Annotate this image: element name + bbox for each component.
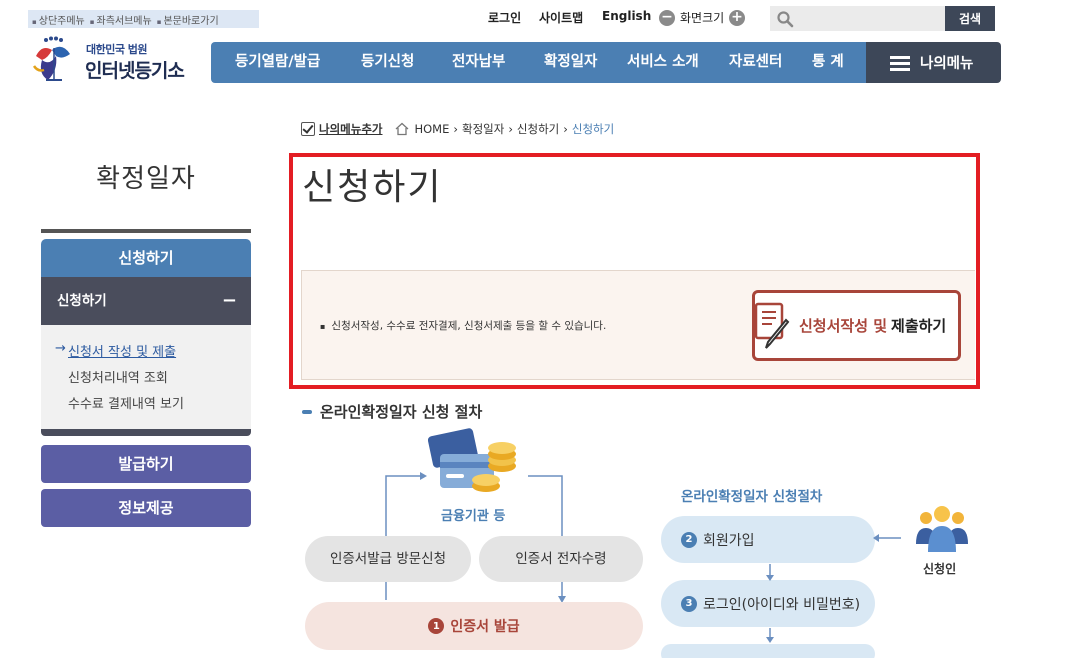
login-link[interactable]: 로그인 <box>488 9 521 26</box>
my-menu-button[interactable]: 나의메뉴 <box>866 42 1001 83</box>
right-procedure-title: 온라인확정일자 신청절차 <box>681 489 823 505</box>
breadcrumb-sep-icon: › <box>508 122 513 136</box>
step-2-join: 2 회원가입 <box>661 516 875 563</box>
step-2-number: 2 <box>681 531 697 548</box>
logo-title[interactable]: 인터넷등기소 <box>85 56 185 83</box>
sidebar-link-fee-history[interactable]: 수수료 결제내역 보기 <box>68 393 184 412</box>
bank-label: 금융기관 등 <box>441 509 506 524</box>
sidebar-divider <box>41 229 251 233</box>
visit-apply-pill: 인증서발급 방문신청 <box>305 536 471 582</box>
zoom-out-button[interactable]: − <box>659 10 675 26</box>
down-arrows <box>766 564 774 643</box>
step-4-partial <box>661 644 875 658</box>
search-button[interactable]: 검색 <box>945 6 995 31</box>
search-input[interactable] <box>770 6 946 31</box>
step-2-label: 회원가입 <box>703 532 755 549</box>
home-icon <box>396 122 409 136</box>
step-1-cert-issue: 1 인증서 발급 <box>305 602 643 650</box>
bullet-icon <box>302 409 312 414</box>
gnb-item-registry-view[interactable]: 등기열람/발급 <box>235 42 320 83</box>
applicant-label: 신청인 <box>923 562 957 576</box>
court-emblem-logo[interactable] <box>28 36 80 84</box>
arrow-right-icon: → <box>55 341 66 356</box>
breadcrumb: 나의메뉴추가 HOME › 확정일자 › 신청하기 › 신청하기 <box>301 121 614 137</box>
sitemap-link[interactable]: 사이트맵 <box>539 9 583 26</box>
bank-card-coins-icon <box>428 428 516 492</box>
gnb-item-statistics[interactable]: 통 계 <box>812 42 844 83</box>
sidebar-title: 확정일자 <box>96 164 196 194</box>
sidebar-link-write-submit[interactable]: 신청서 작성 및 제출 <box>68 341 176 360</box>
skip-link-content[interactable]: 본문바로가기 <box>157 12 218 27</box>
skip-link-top-menu[interactable]: 상단주메뉴 <box>32 12 85 27</box>
gnb-item-service-intro[interactable]: 서비스 소개 <box>627 42 699 83</box>
breadcrumb-apply[interactable]: 신청하기 <box>517 121 559 137</box>
zoom-label: 화면크기 <box>680 11 725 25</box>
hamburger-icon <box>890 55 910 71</box>
breadcrumb-sep-icon: › <box>563 122 568 136</box>
sidebar-section-info[interactable]: 정보제공 <box>41 489 251 527</box>
sidebar-submenu-apply[interactable]: 신청하기 − <box>41 277 251 325</box>
my-menu-label: 나의메뉴 <box>920 56 974 72</box>
collapse-icon[interactable]: − <box>222 277 237 325</box>
skip-links: 상단주메뉴 좌측서브메뉴 본문바로가기 <box>28 10 259 28</box>
left-arrow-icon <box>873 534 901 542</box>
breadcrumb-fixed-date[interactable]: 확정일자 <box>462 121 504 137</box>
procedure-title: 온라인확정일자 신청 절차 <box>302 401 482 422</box>
add-my-menu-link[interactable]: 나의메뉴추가 <box>319 121 382 137</box>
zoom-in-button[interactable]: + <box>729 10 745 26</box>
checkbox-icon <box>301 122 315 136</box>
main-navigation: 등기열람/발급 등기신청 전자납부 확정일자 서비스 소개 자료센터 통 계 <box>211 42 866 83</box>
step-1-number: 1 <box>428 618 445 634</box>
sidebar-link-history[interactable]: 신청처리내역 조회 <box>68 367 168 386</box>
sidebar-section-apply[interactable]: 신청하기 <box>41 239 251 277</box>
gnb-item-e-payment[interactable]: 전자납부 <box>452 42 505 83</box>
gnb-item-fixed-date[interactable]: 확정일자 <box>544 42 597 83</box>
logo-subtitle: 대한민국 법원 <box>86 43 148 56</box>
highlight-box <box>289 153 980 389</box>
breadcrumb-current: 신청하기 <box>571 122 615 136</box>
breadcrumb-home[interactable]: HOME <box>414 122 449 136</box>
e-receive-pill: 인증서 전자수령 <box>479 536 643 582</box>
procedure-title-text: 온라인확정일자 신청 절차 <box>320 403 483 421</box>
step-3-label: 로그인(아이디와 비밀번호) <box>703 596 861 613</box>
breadcrumb-sep-icon: › <box>453 122 458 136</box>
english-link[interactable]: English <box>602 9 651 23</box>
step-1-label: 인증서 발급 <box>450 619 520 635</box>
search-icon <box>777 11 794 28</box>
sidebar-section-issue[interactable]: 발급하기 <box>41 445 251 483</box>
step-3-number: 3 <box>681 595 697 612</box>
gnb-item-registry-apply[interactable]: 등기신청 <box>361 42 414 83</box>
applicant-people-icon <box>916 506 968 552</box>
sidebar-link-list: → 신청서 작성 및 제출 신청처리내역 조회 수수료 결제내역 보기 <box>41 325 251 429</box>
sidebar-submenu-label: 신청하기 <box>57 293 107 309</box>
skip-link-side-menu[interactable]: 좌측서브메뉴 <box>90 12 152 27</box>
gnb-item-data-center[interactable]: 자료센터 <box>729 42 782 83</box>
sidebar-section-footer <box>41 429 251 436</box>
